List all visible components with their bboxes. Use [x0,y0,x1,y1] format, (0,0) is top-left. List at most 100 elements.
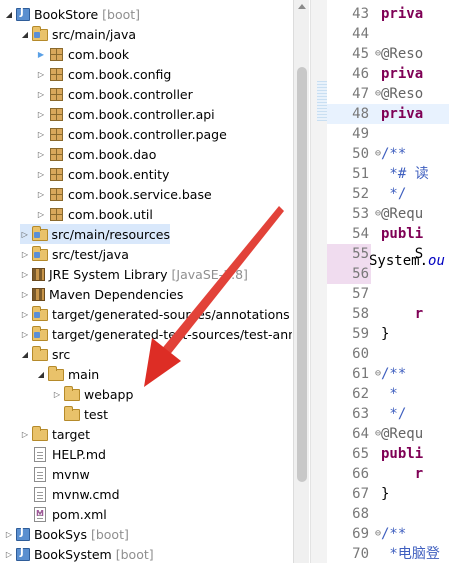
tree-item-target[interactable]: ▷ target [20,424,90,444]
scroll-up-icon[interactable] [298,4,306,9]
tree-item-src[interactable]: ◢ src [20,344,70,364]
source-folder-icon [32,26,48,41]
package-icon [50,147,63,161]
collapse-arrow-icon[interactable]: ◢ [20,344,30,364]
tree-item-package[interactable]: ▷ com.book.controller.api [36,104,215,124]
expand-arrow-icon[interactable]: ▷ [36,104,46,124]
expand-arrow-icon[interactable]: ▷ [36,184,46,204]
code-line: 61/** [327,364,449,384]
tree-item-label: Maven Dependencies [49,286,184,302]
package-icon [50,67,63,81]
explorer-scrollbar[interactable] [293,0,309,563]
tree-item-label: com.book.util [68,206,153,222]
code-line: 45@Reso [327,44,449,64]
collapse-arrow-icon[interactable]: ◢ [20,24,30,44]
scrollbar-thumb[interactable] [297,67,307,482]
collapse-arrow-icon[interactable]: ◢ [36,364,46,384]
tree-item-package[interactable]: ▷ com.book.controller.page [36,124,227,144]
tree-item-package[interactable]: ▶ com.book [36,44,129,64]
collapse-arrow-icon[interactable]: ◢ [4,4,14,24]
code-line: 46 priva [352,66,424,82]
code-line: 65 publi [352,446,424,462]
tree-item-package[interactable]: ▷ com.book.util [36,204,153,224]
tree-item-label: webapp [84,386,134,402]
library-icon [32,267,45,281]
tree-item-package[interactable]: ▷ com.book.dao [36,144,156,164]
tree-item-label: src [52,346,71,362]
project-explorer: ◢ BookStore [boot] ◢ src/main/java ▶ com… [0,0,292,563]
no-arrow [20,484,30,504]
folder-icon [32,426,48,441]
code-overflow-text: System.ou [369,253,445,269]
tree-item-booksys[interactable]: ▷ BookSys [boot] [4,524,129,544]
code-editor[interactable]: 43priva 44 45@Reso 46priva 47@Reso 48pri… [310,0,449,563]
expand-arrow-icon[interactable]: ▷ [20,304,30,324]
code-line: 66 r [352,466,424,482]
expand-arrow-icon[interactable]: ▷ [20,324,30,344]
tree-item-package[interactable]: ▷ com.book.config [36,64,171,84]
package-icon [50,107,63,121]
java-project-icon [16,527,30,541]
expand-arrow-icon[interactable]: ▷ [4,524,14,544]
tree-item-webapp[interactable]: ▷ webapp [52,384,133,404]
tree-item-decoration: [JavaSE-1.8] [171,266,248,282]
no-arrow [20,504,30,524]
file-icon [34,486,46,502]
tree-item-package[interactable]: ▷ com.book.controller [36,84,193,104]
code-line: 59} [352,326,390,342]
expand-arrow-icon[interactable]: ▷ [52,384,62,404]
expand-arrow-icon[interactable]: ▷ [36,204,46,224]
tree-item-generated-sources[interactable]: ▷ target/generated-sources/annotations [20,304,290,324]
package-icon [50,167,63,181]
code-line: 69/** [327,524,449,544]
expand-arrow-icon[interactable]: ▷ [20,224,30,244]
tree-item-generated-test-sources[interactable]: ▷ target/generated-test-sources/test-ann… [20,324,292,344]
expand-arrow-icon[interactable]: ▷ [36,124,46,144]
no-arrow [20,444,30,464]
java-project-icon [16,547,30,561]
code-line: 58 r [352,306,424,322]
expand-arrow-icon[interactable]: ▶ [36,44,46,64]
tree-item-booksystem[interactable]: ▷ BookSystem [boot] [4,544,154,563]
file-icon [34,466,46,482]
code-line: 47@Reso [327,84,449,104]
expand-arrow-icon[interactable]: ▷ [20,244,30,264]
expand-arrow-icon[interactable]: ▷ [20,264,30,284]
tree-item-test[interactable]: test [52,404,108,424]
tree-item-package[interactable]: ▷ com.book.service.base [36,184,212,204]
tree-item-label: com.book.config [68,66,172,82]
tree-item-label: com.book.service.base [68,186,212,202]
expand-arrow-icon[interactable]: ▷ [20,424,30,444]
tree-item-help-md[interactable]: HELP.md [20,444,106,464]
tree-item-main[interactable]: ◢ main [36,364,99,384]
tree-item-package[interactable]: ▷ com.book.entity [36,164,169,184]
tree-item-mvnw[interactable]: mvnw [20,464,90,484]
tree-item-decoration: [boot] [102,6,141,22]
source-folder-icon [32,306,48,321]
tree-item-src-test-java[interactable]: ▷ src/test/java [20,244,129,264]
tree-item-label: HELP.md [52,446,106,462]
expand-arrow-icon[interactable]: ▷ [4,544,14,563]
expand-arrow-icon[interactable]: ▷ [36,84,46,104]
expand-arrow-icon[interactable]: ▷ [36,64,46,84]
tree-item-src-main-java[interactable]: ◢ src/main/java [20,24,136,44]
tree-item-maven-dependencies[interactable]: ▷ Maven Dependencies [20,284,183,304]
no-arrow [20,464,30,484]
tree-item-label: com.book.entity [68,166,170,182]
code-line: 49 [352,126,369,142]
tree-item-label: BookStore [34,6,99,22]
tree-item-bookstore[interactable]: ◢ BookStore [boot] [4,4,140,24]
code-line: 51 *# 读 [352,166,429,182]
expand-arrow-icon[interactable]: ▷ [36,164,46,184]
tree-item-label: main [68,366,100,382]
folder-icon [64,386,80,401]
tree-item-jre-library[interactable]: ▷ JRE System Library [JavaSE-1.8] [20,264,248,284]
tree-item-src-main-resources[interactable]: ▷ src/main/resources [20,224,170,244]
tree-item-mvnw-cmd[interactable]: mvnw.cmd [20,484,120,504]
expand-arrow-icon[interactable]: ▷ [36,144,46,164]
code-line: 70 *电脑登 [352,546,440,562]
expand-arrow-icon[interactable]: ▷ [20,284,30,304]
tree-item-label: BookSys [34,526,87,542]
tree-item-pom-xml[interactable]: pom.xml [20,504,107,524]
code-line: 62 * [352,386,398,402]
